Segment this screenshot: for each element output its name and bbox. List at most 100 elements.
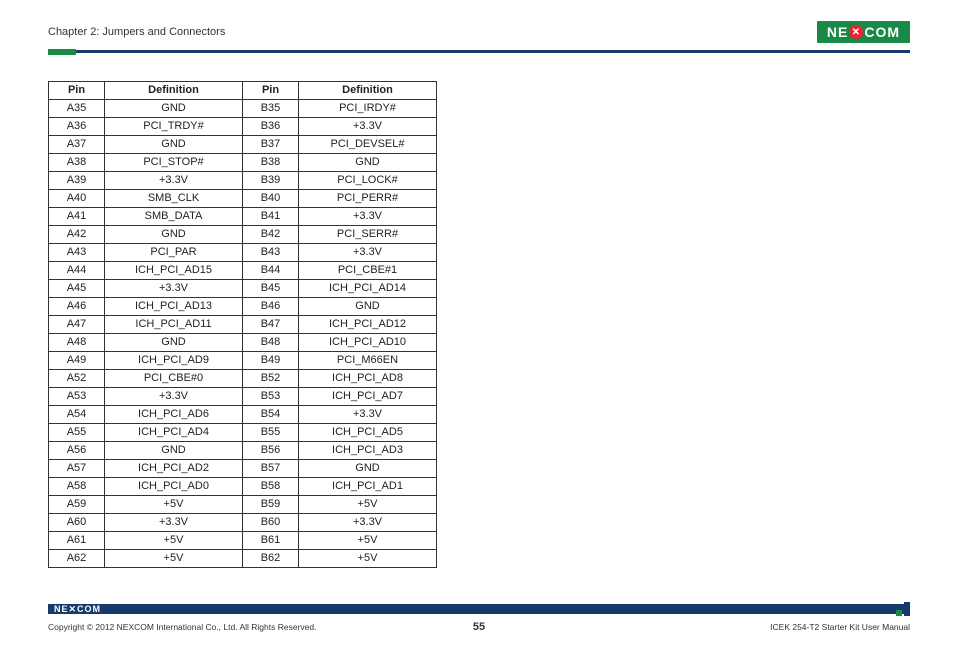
- pin-cell: B49: [243, 352, 299, 370]
- table-row: A44ICH_PCI_AD15B44PCI_CBE#1: [49, 262, 437, 280]
- definition-cell: PCI_PERR#: [299, 190, 437, 208]
- definition-cell: PCI_LOCK#: [299, 172, 437, 190]
- pin-cell: A36: [49, 118, 105, 136]
- pin-cell: A48: [49, 334, 105, 352]
- pin-cell: A52: [49, 370, 105, 388]
- table-row: A47ICH_PCI_AD11B47ICH_PCI_AD12: [49, 316, 437, 334]
- table-row: A43PCI_PARB43+3.3V: [49, 244, 437, 262]
- footer-ornament-icon: [896, 602, 914, 620]
- pin-cell: B35: [243, 100, 299, 118]
- pin-cell: A42: [49, 226, 105, 244]
- definition-cell: +5V: [105, 532, 243, 550]
- table-row: A40SMB_CLKB40PCI_PERR#: [49, 190, 437, 208]
- table-row: A41SMB_DATAB41+3.3V: [49, 208, 437, 226]
- definition-cell: GND: [299, 298, 437, 316]
- table-row: A59+5VB59+5V: [49, 496, 437, 514]
- col-header-def-a: Definition: [105, 82, 243, 100]
- header-divider-line: [76, 51, 910, 52]
- table-row: A35GNDB35PCI_IRDY#: [49, 100, 437, 118]
- pin-cell: B52: [243, 370, 299, 388]
- pin-cell: A62: [49, 550, 105, 568]
- definition-cell: PCI_CBE#1: [299, 262, 437, 280]
- definition-cell: PCI_PAR: [105, 244, 243, 262]
- pin-cell: B57: [243, 460, 299, 478]
- definition-cell: ICH_PCI_AD1: [299, 478, 437, 496]
- definition-cell: PCI_IRDY#: [299, 100, 437, 118]
- pin-cell: B40: [243, 190, 299, 208]
- pin-definition-table: Pin Definition Pin Definition A35GNDB35P…: [48, 81, 437, 568]
- definition-cell: ICH_PCI_AD3: [299, 442, 437, 460]
- definition-cell: ICH_PCI_AD15: [105, 262, 243, 280]
- brand-logo: NE✕COM: [817, 21, 910, 43]
- doc-title: ICEK 254-T2 Starter Kit User Manual: [770, 622, 910, 632]
- pin-cell: B53: [243, 388, 299, 406]
- pin-cell: A40: [49, 190, 105, 208]
- pin-cell: A41: [49, 208, 105, 226]
- pin-cell: B46: [243, 298, 299, 316]
- definition-cell: PCI_TRDY#: [105, 118, 243, 136]
- definition-cell: SMB_DATA: [105, 208, 243, 226]
- table-row: A48GNDB48ICH_PCI_AD10: [49, 334, 437, 352]
- pin-cell: A46: [49, 298, 105, 316]
- pin-cell: A55: [49, 424, 105, 442]
- pin-cell: B61: [243, 532, 299, 550]
- pin-cell: A37: [49, 136, 105, 154]
- definition-cell: GND: [105, 136, 243, 154]
- table-row: A58ICH_PCI_AD0B58ICH_PCI_AD1: [49, 478, 437, 496]
- pin-cell: A39: [49, 172, 105, 190]
- definition-cell: ICH_PCI_AD2: [105, 460, 243, 478]
- table-row: A38PCI_STOP#B38GND: [49, 154, 437, 172]
- definition-cell: +5V: [105, 550, 243, 568]
- definition-cell: GND: [105, 226, 243, 244]
- table-row: A61+5VB61+5V: [49, 532, 437, 550]
- definition-cell: +3.3V: [105, 514, 243, 532]
- pin-cell: B37: [243, 136, 299, 154]
- definition-cell: +3.3V: [299, 118, 437, 136]
- table-header-row: Pin Definition Pin Definition: [49, 82, 437, 100]
- pin-cell: B56: [243, 442, 299, 460]
- definition-cell: +5V: [105, 496, 243, 514]
- definition-cell: GND: [299, 154, 437, 172]
- logo-pre: NE: [827, 24, 848, 40]
- definition-cell: GND: [105, 100, 243, 118]
- pin-cell: A49: [49, 352, 105, 370]
- pin-cell: B38: [243, 154, 299, 172]
- header-divider: [48, 50, 910, 53]
- pin-cell: A56: [49, 442, 105, 460]
- pin-cell: B42: [243, 226, 299, 244]
- page-number: 55: [473, 621, 485, 633]
- col-header-pin-b: Pin: [243, 82, 299, 100]
- table-row: A36PCI_TRDY#B36+3.3V: [49, 118, 437, 136]
- definition-cell: +5V: [299, 496, 437, 514]
- definition-cell: +3.3V: [299, 208, 437, 226]
- pin-cell: B62: [243, 550, 299, 568]
- definition-cell: ICH_PCI_AD14: [299, 280, 437, 298]
- pin-cell: A44: [49, 262, 105, 280]
- pin-cell: B60: [243, 514, 299, 532]
- definition-cell: ICH_PCI_AD4: [105, 424, 243, 442]
- pin-cell: B39: [243, 172, 299, 190]
- pin-cell: B45: [243, 280, 299, 298]
- definition-cell: GND: [105, 334, 243, 352]
- definition-cell: ICH_PCI_AD9: [105, 352, 243, 370]
- table-row: A54ICH_PCI_AD6B54+3.3V: [49, 406, 437, 424]
- table-row: A39+3.3VB39PCI_LOCK#: [49, 172, 437, 190]
- pin-cell: A45: [49, 280, 105, 298]
- pin-cell: A57: [49, 460, 105, 478]
- table-row: A57ICH_PCI_AD2B57GND: [49, 460, 437, 478]
- definition-cell: PCI_DEVSEL#: [299, 136, 437, 154]
- col-header-pin-a: Pin: [49, 82, 105, 100]
- definition-cell: +3.3V: [105, 172, 243, 190]
- pin-cell: A61: [49, 532, 105, 550]
- table-row: A56GNDB56ICH_PCI_AD3: [49, 442, 437, 460]
- pin-cell: A53: [49, 388, 105, 406]
- pin-cell: A38: [49, 154, 105, 172]
- table-row: A37GNDB37PCI_DEVSEL#: [49, 136, 437, 154]
- definition-cell: PCI_SERR#: [299, 226, 437, 244]
- definition-cell: +3.3V: [105, 280, 243, 298]
- definition-cell: +3.3V: [299, 406, 437, 424]
- pin-cell: A60: [49, 514, 105, 532]
- pin-cell: B44: [243, 262, 299, 280]
- table-row: A52PCI_CBE#0B52ICH_PCI_AD8: [49, 370, 437, 388]
- footer-bar: NE✕COM: [48, 604, 910, 614]
